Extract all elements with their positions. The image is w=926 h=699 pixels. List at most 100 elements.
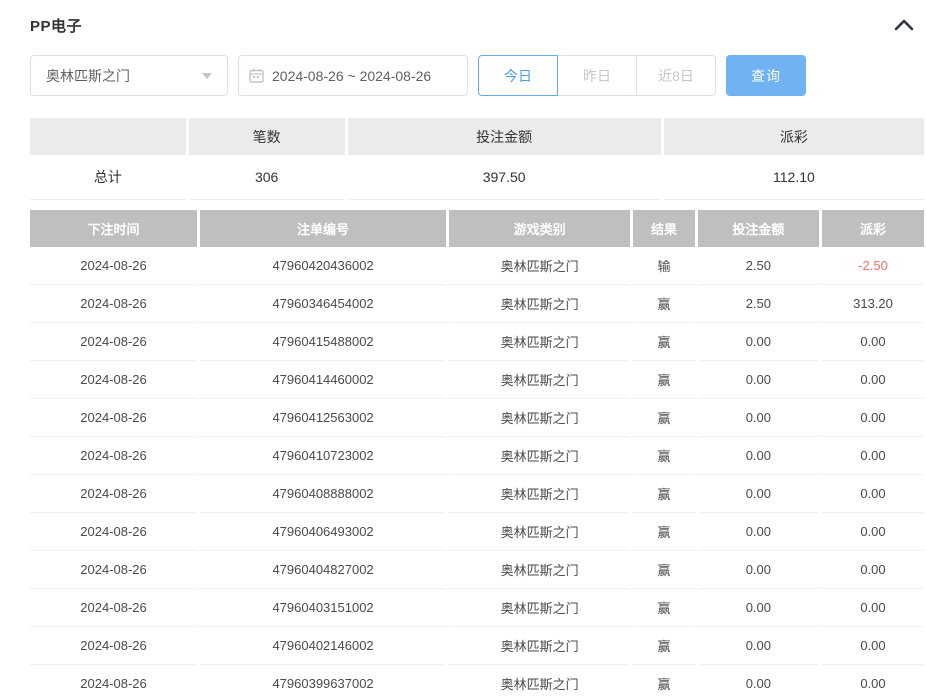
table-row: 2024-08-2647960408888002奥林匹斯之门赢0.000.00: [30, 475, 924, 513]
table-cell: 47960406493002: [200, 513, 446, 551]
table-cell: 0.00: [822, 399, 924, 437]
table-cell: 2.50: [698, 285, 819, 323]
table-cell: 赢: [633, 513, 695, 551]
table-cell: 0.00: [698, 437, 819, 475]
table-cell: 313.20: [822, 285, 924, 323]
table-cell: 奥林匹斯之门: [449, 285, 630, 323]
table-row: 2024-08-2647960399637002奥林匹斯之门赢0.000.00: [30, 665, 924, 699]
header-bet-amount: 投注金额: [698, 210, 819, 247]
summary-header-payout: 派彩: [664, 118, 924, 155]
table-cell: 0.00: [822, 475, 924, 513]
date-range-input[interactable]: 2024-08-26 ~ 2024-08-26: [238, 55, 468, 96]
table-cell: 0.00: [698, 665, 819, 699]
summary-header-row: 笔数 投注金额 派彩: [30, 118, 924, 155]
table-cell: 0.00: [698, 475, 819, 513]
table-cell: 赢: [633, 627, 695, 665]
table-cell: 赢: [633, 323, 695, 361]
table-cell: 0.00: [822, 323, 924, 361]
chevron-down-icon: [202, 73, 212, 79]
table-cell: 47960420436002: [200, 247, 446, 285]
table-cell: 0.00: [698, 323, 819, 361]
collapse-button[interactable]: [890, 14, 918, 36]
detail-table-container: 下注时间 注单编号 游戏类别 结果 投注金额 派彩 2024-08-264796…: [30, 210, 926, 699]
table-cell: 0.00: [698, 513, 819, 551]
summary-total-count: 306: [189, 155, 345, 200]
table-cell: 奥林匹斯之门: [449, 247, 630, 285]
last-8-days-button[interactable]: 近8日: [636, 55, 716, 96]
filter-bar: 奥林匹斯之门 2024-08-26 ~ 2024-08-26 今日 昨日 近8日: [30, 55, 926, 96]
chevron-up-icon: [894, 19, 914, 31]
table-cell: 奥林匹斯之门: [449, 475, 630, 513]
table-cell: 0.00: [822, 513, 924, 551]
table-row: 2024-08-2647960420436002奥林匹斯之门输2.50-2.50: [30, 247, 924, 285]
table-cell: 0.00: [822, 437, 924, 475]
summary-header-count: 笔数: [189, 118, 345, 155]
table-row: 2024-08-2647960346454002奥林匹斯之门赢2.50313.2…: [30, 285, 924, 323]
table-cell: 2024-08-26: [30, 513, 197, 551]
summary-header-bet-amount: 投注金额: [348, 118, 661, 155]
detail-table-body: 2024-08-2647960420436002奥林匹斯之门输2.50-2.50…: [30, 247, 924, 699]
table-cell: 奥林匹斯之门: [449, 665, 630, 699]
summary-total-row: 总计 306 397.50 112.10: [30, 155, 924, 200]
table-cell: 2024-08-26: [30, 665, 197, 699]
today-button[interactable]: 今日: [478, 55, 558, 96]
header-order-number: 注单编号: [200, 210, 446, 247]
summary-header-empty: [30, 118, 186, 155]
table-cell: 47960410723002: [200, 437, 446, 475]
table-cell: 赢: [633, 665, 695, 699]
table-cell: -2.50: [822, 247, 924, 285]
yesterday-button[interactable]: 昨日: [557, 55, 637, 96]
table-cell: 赢: [633, 475, 695, 513]
header-game-category: 游戏类别: [449, 210, 630, 247]
table-cell: 47960399637002: [200, 665, 446, 699]
table-cell: 47960403151002: [200, 589, 446, 627]
summary-total-bet-amount: 397.50: [348, 155, 661, 200]
table-cell: 赢: [633, 589, 695, 627]
table-cell: 0.00: [822, 665, 924, 699]
table-cell: 赢: [633, 399, 695, 437]
game-select[interactable]: 奥林匹斯之门: [30, 55, 228, 96]
table-cell: 0.00: [698, 551, 819, 589]
table-cell: 0.00: [822, 589, 924, 627]
table-cell: 0.00: [822, 361, 924, 399]
table-cell: 2024-08-26: [30, 627, 197, 665]
detail-header-row: 下注时间 注单编号 游戏类别 结果 投注金额 派彩: [30, 210, 924, 247]
table-cell: 奥林匹斯之门: [449, 399, 630, 437]
table-cell: 奥林匹斯之门: [449, 551, 630, 589]
pp-electronic-panel: PP电子 奥林匹斯之门 2024-08-26 ~ 20: [0, 0, 926, 699]
summary-table: 笔数 投注金额 派彩 总计 306 397.50 112.10: [30, 118, 926, 200]
date-range-value: 2024-08-26 ~ 2024-08-26: [272, 68, 431, 84]
table-cell: 47960404827002: [200, 551, 446, 589]
table-cell: 0.00: [698, 589, 819, 627]
table-row: 2024-08-2647960406493002奥林匹斯之门赢0.000.00: [30, 513, 924, 551]
table-row: 2024-08-2647960415488002奥林匹斯之门赢0.000.00: [30, 323, 924, 361]
header-result: 结果: [633, 210, 695, 247]
table-cell: 2024-08-26: [30, 285, 197, 323]
header-bet-time: 下注时间: [30, 210, 197, 247]
table-cell: 2024-08-26: [30, 323, 197, 361]
table-cell: 赢: [633, 437, 695, 475]
table-cell: 0.00: [698, 399, 819, 437]
summary-total-payout: 112.10: [664, 155, 924, 200]
table-cell: 47960415488002: [200, 323, 446, 361]
summary-table-container: 笔数 投注金额 派彩 总计 306 397.50 112.10: [30, 118, 926, 200]
table-cell: 0.00: [822, 551, 924, 589]
game-select-value: 奥林匹斯之门: [46, 66, 194, 86]
quick-date-button-group: 今日 昨日 近8日: [478, 55, 716, 96]
table-row: 2024-08-2647960410723002奥林匹斯之门赢0.000.00: [30, 437, 924, 475]
table-row: 2024-08-2647960414460002奥林匹斯之门赢0.000.00: [30, 361, 924, 399]
table-cell: 2024-08-26: [30, 361, 197, 399]
table-cell: 奥林匹斯之门: [449, 513, 630, 551]
table-row: 2024-08-2647960412563002奥林匹斯之门赢0.000.00: [30, 399, 924, 437]
query-button[interactable]: 查询: [726, 55, 806, 96]
calendar-icon: [249, 68, 264, 83]
bet-records-table: 下注时间 注单编号 游戏类别 结果 投注金额 派彩 2024-08-264796…: [30, 210, 926, 699]
summary-total-label: 总计: [30, 155, 186, 200]
table-cell: 2024-08-26: [30, 589, 197, 627]
table-cell: 2024-08-26: [30, 437, 197, 475]
page-title: PP电子: [30, 15, 82, 36]
panel-header: PP电子: [30, 0, 926, 36]
table-cell: 奥林匹斯之门: [449, 323, 630, 361]
table-cell: 奥林匹斯之门: [449, 437, 630, 475]
table-row: 2024-08-2647960402146002奥林匹斯之门赢0.000.00: [30, 627, 924, 665]
